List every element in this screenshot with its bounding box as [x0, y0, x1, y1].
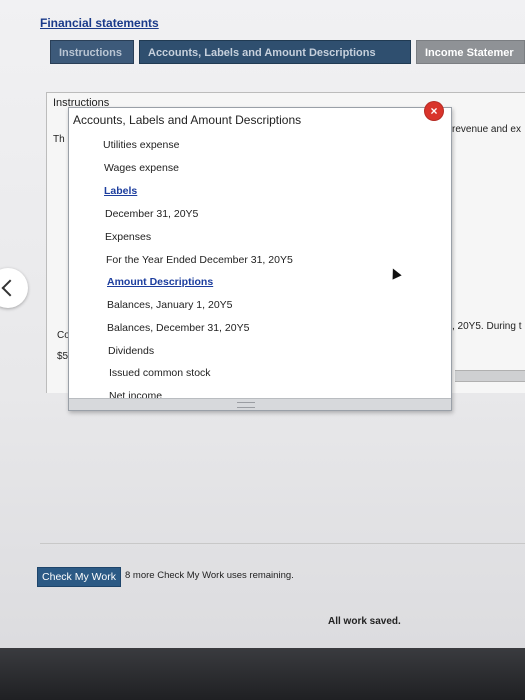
check-remaining-text: 8 more Check My Work uses remaining. — [125, 570, 294, 581]
tab-income-statement[interactable]: Income Statemer — [416, 40, 525, 64]
check-my-work-button[interactable]: Check My Work — [37, 567, 121, 587]
list-item: For the Year Ended December 31, 20Y5 — [106, 254, 293, 266]
list-heading: Labels — [104, 185, 138, 197]
list-item: Wages expense — [104, 162, 179, 174]
panel-text-fragment: , 20Y5. During t — [452, 321, 522, 332]
monitor-bezel — [0, 648, 525, 700]
list-item: Utilities expense — [103, 139, 180, 151]
list-item: Dividends — [108, 345, 155, 357]
tab-instructions[interactable]: Instructions — [50, 40, 134, 64]
divider — [40, 543, 525, 544]
panel-horizontal-scrollbar[interactable] — [455, 370, 525, 382]
close-icon[interactable]: × — [425, 102, 443, 120]
panel-text-fragment: $5 — [57, 351, 69, 362]
list-item: Expenses — [105, 231, 152, 243]
tab-accounts-labels-amount-descriptions[interactable]: Accounts, Labels and Amount Descriptions — [139, 40, 411, 64]
list-heading: Amount Descriptions — [107, 276, 214, 288]
list-item: December 31, 20Y5 — [105, 208, 199, 220]
scrollbar-grip-icon[interactable] — [237, 402, 255, 408]
list-item: Issued common stock — [109, 367, 211, 379]
save-status: All work saved. — [328, 616, 401, 627]
popup-title: Accounts, Labels and Amount Descriptions — [73, 113, 302, 127]
panel-text-fragment: revenue and ex — [452, 124, 521, 135]
chevron-left-icon[interactable] — [0, 268, 28, 308]
panel-text-fragment: Th — [53, 134, 65, 145]
accounts-labels-popup: Accounts, Labels and Amount Descriptions… — [68, 107, 452, 411]
list-item: Balances, December 31, 20Y5 — [107, 322, 250, 334]
page-title: Financial statements — [40, 16, 159, 30]
app-screen: Financial statements Instructions Accoun… — [0, 0, 525, 648]
popup-horizontal-scrollbar[interactable] — [69, 398, 451, 410]
list-item: Balances, January 1, 20Y5 — [107, 299, 233, 311]
